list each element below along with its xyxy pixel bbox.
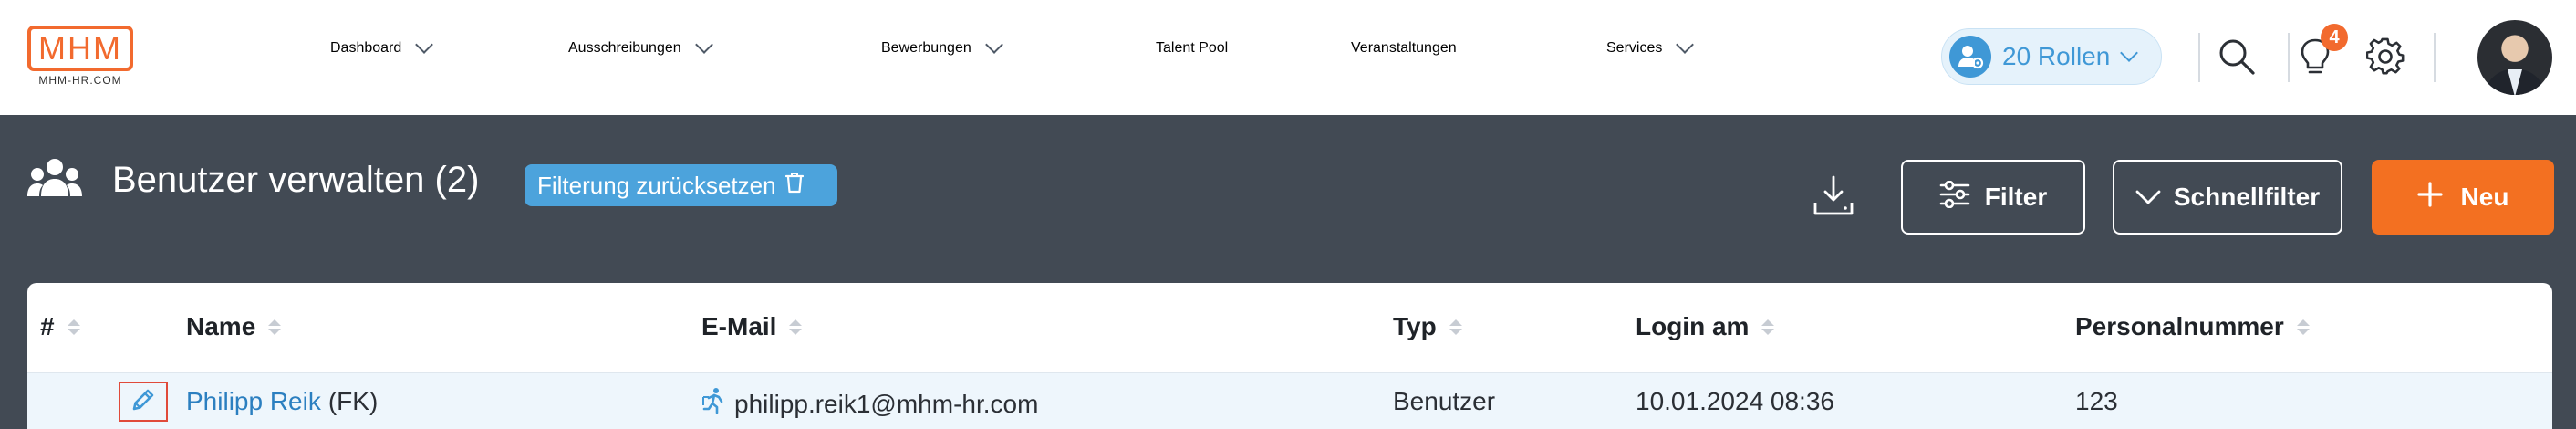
last-login: 10.01.2024 08:36 xyxy=(1636,387,1834,415)
column-header-number[interactable]: # xyxy=(40,312,80,341)
new-label: Neu xyxy=(2460,183,2509,211)
logo-subtext: MHM-HR.COM xyxy=(38,74,122,87)
nav-label: Talent Pool xyxy=(1156,40,1229,56)
trash-icon xyxy=(784,172,804,200)
nav-item-bewerbungen[interactable]: Bewerbungen xyxy=(881,36,1003,57)
quickfilter-button[interactable]: Schnellfilter xyxy=(2113,160,2342,235)
search-icon[interactable] xyxy=(2215,35,2259,78)
nav-label: Veranstaltungen xyxy=(1351,40,1457,56)
chevron-down-icon xyxy=(415,36,434,54)
cell-personnel-number: 123 xyxy=(2075,387,2118,416)
running-person-icon xyxy=(701,387,727,421)
nav-item-ausschreibungen[interactable]: Ausschreibungen xyxy=(568,36,713,57)
nav-item-talent-pool[interactable]: Talent Pool xyxy=(1156,40,1228,57)
cell-email: philipp.reik1@mhm-hr.com xyxy=(701,387,1038,421)
nav-item-veranstaltungen[interactable]: Veranstaltungen xyxy=(1351,40,1457,57)
company-logo[interactable]: MHM MHM-HR.COM xyxy=(27,26,139,91)
chevron-down-icon xyxy=(694,36,713,54)
cell-name: Philipp Reik (FK) xyxy=(186,387,378,416)
user-gear-icon xyxy=(1949,36,1991,78)
user-type: Benutzer xyxy=(1393,387,1496,415)
column-header-label: E-Mail xyxy=(701,312,777,340)
new-button[interactable]: Neu xyxy=(2372,160,2554,235)
filter-label: Filter xyxy=(1984,183,2048,211)
cell-login: 10.01.2024 08:36 xyxy=(1636,387,1834,416)
column-header-email[interactable]: E-Mail xyxy=(701,312,803,341)
personnel-number: 123 xyxy=(2075,387,2118,415)
column-header-personnel-number[interactable]: Personalnummer xyxy=(2075,312,2310,341)
download-icon[interactable] xyxy=(1812,173,1855,219)
user-email: philipp.reik1@mhm-hr.com xyxy=(734,389,1039,418)
chevron-down-icon xyxy=(2135,183,2161,212)
nav-item-services[interactable]: Services xyxy=(1606,36,1695,57)
chevron-down-icon xyxy=(1676,36,1695,54)
quickfilter-label: Schnellfilter xyxy=(2173,183,2321,211)
user-name-link[interactable]: Philipp Reik xyxy=(186,387,321,416)
users-table: # Name E-Mail Typ Login am Personalnumme… xyxy=(27,283,2552,429)
nav-label: Bewerbungen xyxy=(881,40,971,56)
gear-icon[interactable] xyxy=(2363,35,2407,78)
chevron-down-icon xyxy=(984,36,1003,54)
user-role-suffix: (FK) xyxy=(327,387,379,415)
column-header-name[interactable]: Name xyxy=(186,312,282,341)
nav-label: Services xyxy=(1606,40,1663,56)
sort-icon xyxy=(1761,319,1775,335)
plus-icon xyxy=(2416,181,2443,214)
page-title-row xyxy=(27,156,82,207)
divider xyxy=(2288,33,2290,82)
sort-icon xyxy=(268,319,282,335)
reset-filter-button[interactable]: Filterung zurücksetzen xyxy=(525,164,837,206)
pencil-icon xyxy=(130,386,157,418)
divider xyxy=(2198,33,2200,82)
nav-item-dashboard[interactable]: Dashboard xyxy=(330,36,434,57)
column-header-label: Personalnummer xyxy=(2075,312,2284,340)
nav-label: Dashboard xyxy=(330,40,402,56)
users-icon xyxy=(27,156,82,207)
sort-icon xyxy=(789,319,803,335)
filter-button[interactable]: Filter xyxy=(1901,160,2085,235)
sliders-icon xyxy=(1939,180,1970,214)
sort-icon xyxy=(1449,319,1462,335)
sort-icon xyxy=(2296,319,2310,335)
nav-label: Ausschreibungen xyxy=(568,40,681,56)
page-title: Benutzer verwalten (2) xyxy=(112,160,480,200)
chevron-down-icon xyxy=(2120,44,2139,62)
top-navigation-bar: MHM MHM-HR.COM Dashboard Ausschreibungen… xyxy=(0,0,2576,115)
sort-icon xyxy=(67,319,80,335)
divider xyxy=(2434,33,2436,82)
roles-selector[interactable]: 20 Rollen xyxy=(1941,28,2162,85)
column-header-label: Login am xyxy=(1636,312,1750,340)
cell-type: Benutzer xyxy=(1393,387,1495,416)
logo-mark: MHM xyxy=(27,26,133,71)
user-avatar[interactable] xyxy=(2477,20,2552,95)
column-header-login[interactable]: Login am xyxy=(1636,312,1775,341)
column-header-type[interactable]: Typ xyxy=(1393,312,1462,341)
column-header-label: # xyxy=(40,312,55,340)
reset-filter-label: Filterung zurücksetzen xyxy=(537,171,776,199)
column-header-label: Typ xyxy=(1393,312,1437,340)
edit-button[interactable] xyxy=(119,382,168,422)
roles-label: 20 Rollen xyxy=(2002,42,2111,70)
notification-count-badge: 4 xyxy=(2321,24,2348,51)
table-row[interactable] xyxy=(27,372,2552,429)
column-header-label: Name xyxy=(186,312,256,340)
